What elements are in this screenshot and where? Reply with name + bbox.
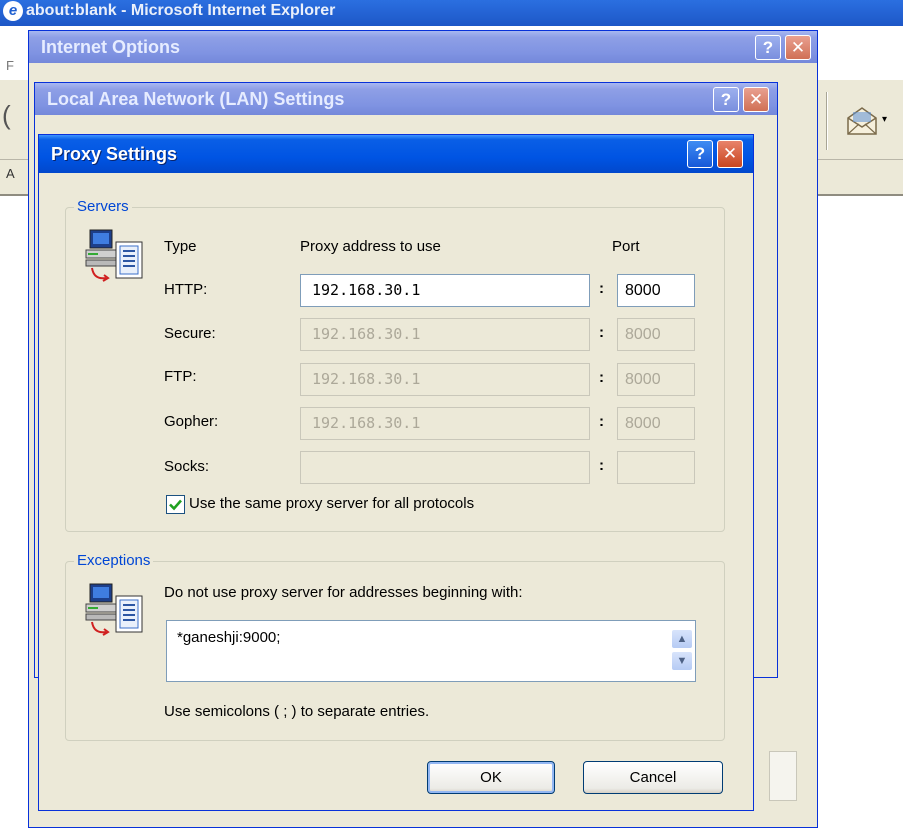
toolbar-separator [826,92,828,150]
mail-icon[interactable] [845,104,879,138]
browser-menu-initial: F [6,58,14,73]
socks-port-separator: : [599,457,604,474]
gopher-port-separator: : [599,413,604,430]
lan-settings-title: Local Area Network (LAN) Settings [47,89,345,109]
http-label: HTTP: [164,281,208,298]
ftp-port-separator: : [599,369,604,386]
network-computer-icon [85,583,143,636]
scroll-up-icon[interactable]: ▲ [671,629,693,649]
browser-title: about:blank - Microsoft Internet Explore… [26,2,336,19]
browser-address-initial: A [6,166,15,181]
secure-port-separator: : [599,324,604,341]
proxy-settings-dialog: Proxy Settings ? ✕ Servers Type Proxy ad… [38,134,754,811]
http-address-field[interactable]: 192.168.30.1 [300,274,590,307]
mail-dropdown-caret[interactable]: ▾ [882,114,887,125]
same-proxy-label[interactable]: Use the same proxy server for all protoc… [189,495,474,512]
close-icon[interactable]: ✕ [785,35,811,60]
ok-button[interactable]: OK [427,761,555,794]
network-computer-icon [85,229,143,282]
checkmark-icon [169,499,182,511]
proxy-settings-title: Proxy Settings [51,144,178,164]
exceptions-group: Exceptions Do not use proxy server for a… [65,552,725,741]
internet-options-title: Internet Options [41,37,180,57]
exceptions-value: *ganeshji:9000; [177,629,281,646]
scroll-down-icon[interactable]: ▼ [671,651,693,671]
exceptions-legend: Exceptions [74,552,154,569]
help-icon[interactable]: ? [687,140,713,168]
socks-label: Socks: [164,458,210,475]
close-icon[interactable]: ✕ [717,140,743,168]
cancel-button[interactable]: Cancel [583,761,723,794]
socks-port-field[interactable] [617,451,695,484]
gopher-address-field[interactable]: 192.168.30.1 [300,407,590,440]
servers-legend: Servers [74,198,132,215]
exceptions-description: Do not use proxy server for addresses be… [164,584,523,601]
ftp-label: FTP: [164,368,197,385]
secure-label: Secure: [164,325,216,342]
internet-options-titlebar: Internet Options ? ✕ [29,31,817,63]
exceptions-textarea[interactable]: *ganeshji:9000; ▲ ▼ [166,620,696,682]
back-button-edge[interactable]: ( [2,100,11,131]
gopher-port-field[interactable]: 8000 [617,407,695,440]
gopher-label: Gopher: [164,413,219,430]
col-type-header: Type [164,238,197,255]
help-icon[interactable]: ? [755,35,781,60]
http-port-separator: : [599,280,604,297]
exceptions-hint: Use semicolons ( ; ) to separate entries… [164,703,430,720]
lan-settings-titlebar: Local Area Network (LAN) Settings ? ✕ [35,83,777,115]
col-port-header: Port [612,238,640,255]
http-port-field[interactable]: 8000 [617,274,695,307]
ie-logo-icon: e [3,1,23,21]
close-icon[interactable]: ✕ [743,87,769,112]
proxy-settings-titlebar: Proxy Settings ? ✕ [39,135,753,173]
same-proxy-checkbox[interactable] [166,495,185,514]
secure-address-field[interactable]: 192.168.30.1 [300,318,590,351]
col-address-header: Proxy address to use [300,238,441,255]
internet-options-panel-edge [769,751,797,801]
help-icon[interactable]: ? [713,87,739,112]
servers-group: Servers Type Proxy address to use Port H… [65,198,725,532]
socks-address-field[interactable] [300,451,590,484]
ftp-port-field[interactable]: 8000 [617,363,695,396]
browser-titlebar: e about:blank - Microsoft Internet Explo… [0,0,903,26]
secure-port-field[interactable]: 8000 [617,318,695,351]
ftp-address-field[interactable]: 192.168.30.1 [300,363,590,396]
